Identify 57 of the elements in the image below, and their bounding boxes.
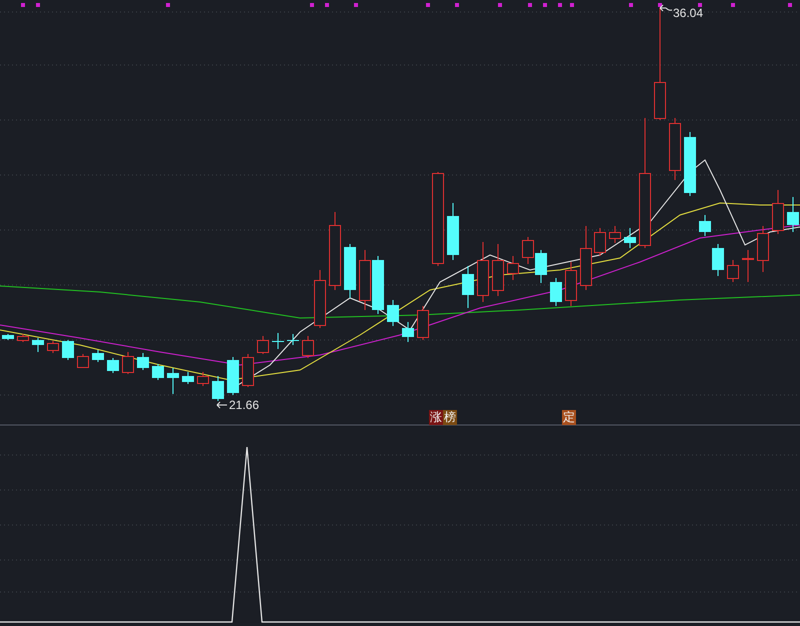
- candlestick: [550, 278, 562, 306]
- signal-badge: 定: [562, 410, 576, 425]
- candlestick: [742, 250, 754, 282]
- candlestick: [580, 226, 592, 290]
- pointer-arrow-icon: [660, 4, 672, 12]
- candlestick: [757, 226, 769, 272]
- candlestick: [594, 228, 606, 256]
- candlestick: [212, 376, 224, 402]
- candlestick: [684, 132, 696, 196]
- candlestick: [402, 322, 414, 342]
- high-price-label: 36.04: [673, 6, 704, 20]
- candlestick: [227, 356, 239, 396]
- candlestick: [712, 244, 724, 276]
- candlestick: [2, 334, 14, 340]
- candlestick: [47, 340, 59, 354]
- candlestick: [77, 354, 89, 368]
- candlestick: [32, 338, 44, 352]
- candlestick: [287, 334, 299, 346]
- candlestick: [344, 244, 356, 298]
- candlestick: [624, 228, 636, 248]
- candlestick: [447, 202, 459, 260]
- candlestick: [62, 340, 74, 360]
- candlestick: [242, 354, 254, 388]
- candlestick: [787, 196, 799, 232]
- signal-badge: 涨: [429, 410, 443, 425]
- candlestick: [197, 372, 209, 386]
- candlestick: [609, 226, 621, 244]
- candlestick: [387, 300, 399, 326]
- low-price-label: 21.66: [229, 398, 260, 412]
- candlestick: [522, 236, 534, 264]
- candlestick: [272, 332, 284, 350]
- candlestick: [417, 306, 429, 340]
- signal-badge: 榜: [443, 410, 457, 425]
- candlestick: [302, 336, 314, 358]
- candlestick: [507, 256, 519, 280]
- candlestick: [122, 352, 134, 374]
- candlestick: [17, 334, 29, 342]
- candlestick: [107, 358, 119, 374]
- pointer-arrow-icon: [216, 402, 228, 408]
- candlestick: [372, 256, 384, 314]
- candlestick: [137, 352, 149, 370]
- candlestick: [669, 118, 681, 180]
- candlestick: [359, 250, 371, 310]
- candlestick: [257, 336, 269, 354]
- candlestick: [462, 266, 474, 308]
- candlestick: [152, 364, 164, 380]
- candlestick: [477, 242, 489, 302]
- candlestick: [92, 350, 104, 362]
- candlestick: [314, 270, 326, 328]
- candlestick: [772, 190, 784, 234]
- candlestick: [492, 244, 504, 296]
- candlestick: [699, 214, 711, 236]
- candlestick: [182, 372, 194, 384]
- candlestick: [167, 368, 179, 394]
- candlestick: [535, 250, 547, 284]
- candlestick: [727, 260, 739, 282]
- candlestick: [565, 262, 577, 306]
